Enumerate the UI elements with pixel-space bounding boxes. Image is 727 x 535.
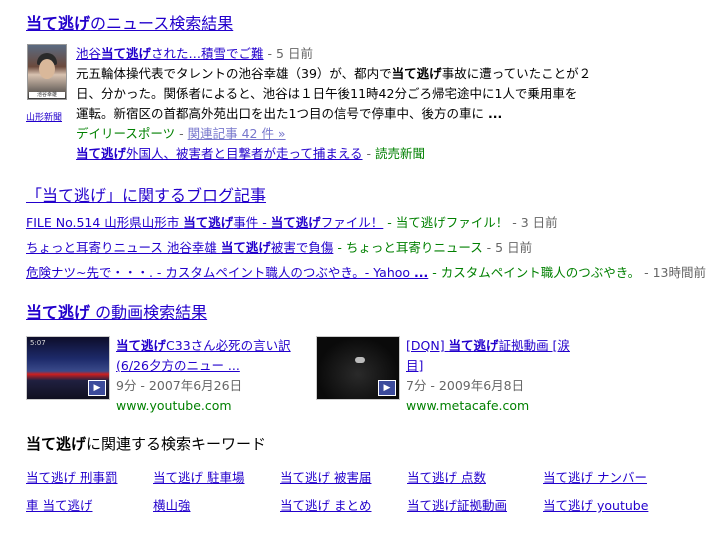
snippet-l3: 運転。新宿区の首都高外苑出口を出た1つ目の信号で停車中、後方の車に: [76, 106, 484, 121]
blog1-mid: 事件 -: [233, 215, 271, 230]
blog1-post: ファイル！: [320, 215, 384, 230]
news-second-bold: 当て逃げ: [76, 146, 127, 161]
blog2-source: - ちょっと耳寄りニュース: [333, 240, 483, 255]
blog1-bold2: 当て逃げ: [270, 215, 321, 230]
video-2-text: [DQN] 当て逃げ証拠動画 [涙 目] 7分 - 2009年6月8日 www.…: [406, 336, 591, 416]
photo-face: [39, 59, 55, 79]
blog1-source: - 当て逃げファイル！: [383, 215, 509, 230]
video-1-title-line2[interactable]: (6/26夕方のニュー ...: [116, 356, 301, 376]
related-keyword-link[interactable]: 当て逃げ 駐車場: [153, 467, 244, 486]
news-title-link[interactable]: 池谷当て逃げされた…積雪でご難: [76, 46, 264, 61]
video-1-thumb-text: 5:07: [30, 339, 46, 347]
blog3-age: - 13時間前: [640, 265, 706, 280]
video-2-title[interactable]: [DQN] 当て逃げ証拠動画 [涙: [406, 336, 591, 356]
news-snippet-line2: 日、分かった。関係者によると、池谷は１日午後11時42分ごろ帰宅途中に1人で乗用…: [76, 86, 578, 101]
news-second-link[interactable]: 当て逃げ外国人、被害者と目撃者が走って捕まえる: [76, 146, 363, 161]
news-photo[interactable]: 池谷幸雄: [27, 44, 67, 100]
blog-item-2-link[interactable]: ちょっと耳寄りニュース 池谷幸雄 当て逃げ被害で負傷: [26, 240, 333, 255]
blog3-bold1: ...: [414, 265, 429, 280]
news-title-bold: 当て逃げ: [101, 46, 152, 61]
video-1-text: 当て逃げC33さん必死の言い訳 (6/26夕方のニュー ... 9分 - 200…: [116, 336, 301, 416]
snippet-l1-pre: 元五輪体操代表でタレントの池谷幸雄（39）が、都内で: [76, 66, 392, 81]
news-heading[interactable]: 当て逃げのニュース検索結果: [26, 14, 233, 34]
related-keyword-link[interactable]: 当て逃げ youtube: [543, 495, 648, 514]
video-heading[interactable]: 当て逃げ の動画検索結果: [26, 303, 207, 323]
blog2-pre: ちょっと耳寄りニュース 池谷幸雄: [26, 240, 221, 255]
blog-item-1: FILE No.514 山形県山形市 当て逃げ事件 - 当て逃げファイル！ - …: [26, 214, 558, 232]
snippet-l1-post: 事故に遭っていたことが２: [441, 66, 592, 81]
blog-item-3-link[interactable]: 危険ナツ~先で・・・. - カスタムペイント職人のつぶやき。- Yahoo ..…: [26, 265, 428, 280]
video-1-thumbnail[interactable]: 5:07 ▶: [26, 336, 110, 400]
news-second-row: 当て逃げ外国人、被害者と目撃者が走って捕まえる - 読売新聞: [76, 144, 596, 164]
news-title-pre: 池谷: [76, 46, 102, 61]
blog2-age: - 5 日前: [482, 240, 533, 255]
blog-item-2: ちょっと耳寄りニュース 池谷幸雄 当て逃げ被害で負傷 - ちょっと耳寄りニュース…: [26, 239, 532, 257]
video-1-title-bold: 当て逃げ: [116, 338, 167, 353]
news-thumbnail[interactable]: 池谷幸雄 山形新聞: [26, 44, 68, 123]
related-heading: 当て逃げに関連する検索キーワード: [26, 434, 266, 454]
video-1-site: www.youtube.com: [116, 398, 232, 413]
news-snippet-line3: 運転。新宿区の首都高外苑出口を出た1つ目の信号で停車中、後方の車に ...: [76, 104, 596, 124]
headlight-shape: [355, 357, 365, 363]
blog1-bold1: 当て逃げ: [183, 215, 234, 230]
news-heading-bold: 当て逃げ: [26, 14, 91, 33]
video-heading-bold: 当て逃げ: [26, 303, 91, 322]
video-2-site: www.metacafe.com: [406, 398, 530, 413]
blog-heading[interactable]: 「当て逃げ」に関するブログ記事: [26, 186, 266, 206]
news-source-row: デイリースポーツ - 関連記事 42 件 »: [76, 124, 596, 144]
video-2-thumbnail[interactable]: ▶: [316, 336, 400, 400]
blog2-mid: 被害で負傷: [270, 240, 334, 255]
video-1-title[interactable]: 当て逃げC33さん必死の言い訳: [116, 336, 301, 356]
blog1-pre: FILE No.514 山形県山形市: [26, 215, 184, 230]
video-2-title-line2[interactable]: 目]: [406, 356, 591, 376]
photo-caption: 池谷幸雄: [29, 92, 65, 98]
blog2-bold1: 当て逃げ: [220, 240, 271, 255]
news-related-sep: -: [175, 126, 188, 141]
news-second-rest: 外国人、被害者と目撃者が走って捕まえる: [126, 146, 363, 161]
video-2-title-rest: 証拠動画 [涙: [498, 338, 570, 353]
news-source: デイリースポーツ: [76, 126, 176, 141]
related-keyword-link[interactable]: 当て逃げ 刑事罰: [26, 467, 117, 486]
play-icon[interactable]: ▶: [378, 380, 396, 396]
news-heading-rest: のニュース検索結果: [90, 14, 234, 33]
news-result: 池谷当て逃げされた…積雪でご難 - 5 日前 元五輪体操代表でタレントの池谷幸雄…: [76, 44, 596, 164]
related-keyword-link[interactable]: 当て逃げ 被害届: [280, 467, 371, 486]
snippet-l1-bold: 当て逃げ: [391, 66, 442, 81]
news-thumb-source[interactable]: 山形新聞: [26, 110, 62, 123]
related-keyword-link[interactable]: 車 当て逃げ: [26, 495, 92, 514]
video-2-title-pre: [DQN]: [406, 338, 449, 353]
related-keyword-link[interactable]: 当て逃げ まとめ: [280, 495, 371, 514]
snippet-l3-ellipsis: ...: [487, 106, 503, 121]
news-title-age: - 5 日前: [267, 46, 313, 61]
news-title-row: 池谷当て逃げされた…積雪でご難 - 5 日前: [76, 44, 596, 64]
video-2-title-bold: 当て逃げ: [448, 338, 499, 353]
related-heading-rest: に関連する検索キーワード: [86, 435, 267, 453]
related-heading-bold: 当て逃げ: [26, 435, 87, 453]
news-second-sep: -: [362, 146, 375, 161]
related-keyword-link[interactable]: 当て逃げ 点数: [407, 467, 486, 486]
related-keyword-link[interactable]: 当て逃げ証拠動画: [407, 495, 507, 514]
related-keyword-link[interactable]: 横山強: [153, 495, 191, 514]
news-snippet-line1: 元五輪体操代表でタレントの池谷幸雄（39）が、都内で当て逃げ事故に遭っていたこと…: [76, 64, 596, 84]
video-2-meta: 7分 - 2009年6月8日: [406, 378, 525, 393]
news-title-post: された…積雪でご難: [151, 46, 264, 61]
related-keyword-link[interactable]: 当て逃げ ナンバー: [543, 467, 647, 486]
blog1-age: - 3 日前: [508, 215, 558, 230]
blog3-source: - カスタムペイント職人のつぶやき。: [428, 265, 641, 280]
blog-item-3: 危険ナツ~先で・・・. - カスタムペイント職人のつぶやき。- Yahoo ..…: [26, 264, 706, 282]
news-related-link[interactable]: 関連記事 42 件 »: [188, 126, 286, 141]
play-icon[interactable]: ▶: [88, 380, 106, 396]
video-heading-rest: の動画検索結果: [90, 303, 208, 322]
video-1-meta: 9分 - 2007年6月26日: [116, 378, 243, 393]
video-1-title-rest: C33さん必死の言い訳: [166, 338, 291, 353]
blog-item-1-link[interactable]: FILE No.514 山形県山形市 当て逃げ事件 - 当て逃げファイル！: [26, 215, 383, 230]
blog3-pre: 危険ナツ~先で・・・. - カスタムペイント職人のつぶやき。- Yahoo: [26, 265, 415, 280]
news-second-source: 読売新聞: [375, 146, 426, 161]
